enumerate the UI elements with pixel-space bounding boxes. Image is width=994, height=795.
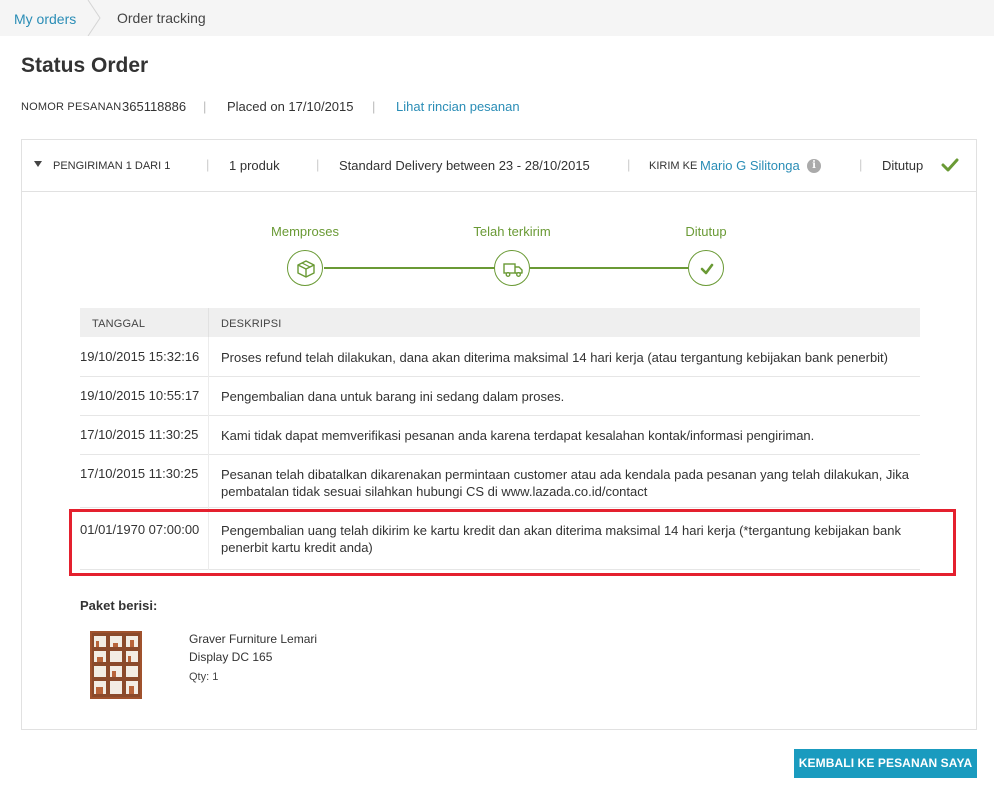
divider: |	[316, 157, 320, 172]
breadcrumb-chevron-icon	[87, 0, 101, 36]
table-header: TANGGAL DESKRIPSI	[80, 308, 920, 337]
row-date: 17/10/2015 11:30:25	[80, 466, 199, 481]
table-row: 17/10/2015 11:30:25 Kami tidak dapat mem…	[80, 416, 920, 455]
box-icon	[297, 260, 315, 278]
column-header-description: DESKRIPSI	[221, 318, 282, 330]
step-label-closed: Ditutup	[685, 224, 727, 239]
back-to-orders-button[interactable]: KEMBALI KE PESANAN SAYA	[794, 749, 977, 778]
progress-tracker: Memproses Telah terkirim Ditutup	[22, 192, 976, 302]
highlight-box	[69, 509, 956, 576]
divider	[208, 416, 209, 455]
shipment-header[interactable]: PENGIRIMAN 1 DARI 1 | 1 produk | Standar…	[22, 140, 976, 192]
progress-line	[530, 267, 688, 269]
order-placed-date: Placed on 17/10/2015	[227, 99, 354, 114]
row-description: Kami tidak dapat memverifikasi pesanan a…	[221, 428, 815, 443]
shipment-card: PENGIRIMAN 1 DARI 1 | 1 produk | Standar…	[21, 139, 977, 730]
row-description: Proses refund telah dilakukan, dana akan…	[221, 350, 888, 365]
step-closed	[688, 250, 724, 286]
product-qty: Qty: 1	[189, 671, 219, 683]
divider: |	[372, 99, 376, 114]
shipment-products: 1 produk	[229, 158, 280, 173]
shipment-status: Ditutup	[882, 158, 924, 173]
shipment-delivery: Standard Delivery between 23 - 28/10/201…	[339, 158, 590, 173]
row-date: 19/10/2015 10:55:17	[80, 388, 200, 403]
row-description: Pesanan telah dibatalkan dikarenakan per…	[221, 467, 910, 499]
order-number: 365118886	[122, 99, 187, 114]
divider	[208, 377, 209, 416]
table-row: 17/10/2015 11:30:25 Pesanan telah dibata…	[80, 455, 920, 508]
divider: |	[203, 99, 207, 114]
caret-down-icon[interactable]	[34, 161, 42, 167]
column-header-date: TANGGAL	[92, 318, 146, 330]
check-icon	[941, 158, 959, 172]
table-row: 19/10/2015 10:55:17 Pengembalian dana un…	[80, 377, 920, 416]
shipment-label: PENGIRIMAN 1 DARI 1	[53, 160, 171, 172]
ship-to-label: KIRIM KE	[649, 160, 698, 172]
truck-icon	[503, 263, 523, 277]
step-label-processing: Memproses	[271, 224, 339, 239]
check-icon	[700, 263, 714, 275]
info-icon[interactable]: i	[807, 159, 821, 173]
breadcrumb-my-orders-link[interactable]: My orders	[14, 11, 76, 27]
divider	[208, 337, 209, 377]
progress-line	[324, 267, 500, 269]
breadcrumb-current: Order tracking	[117, 10, 206, 26]
divider	[208, 455, 209, 508]
product-image[interactable]	[88, 629, 144, 701]
divider: |	[627, 157, 631, 172]
package-title: Paket berisi:	[80, 598, 158, 613]
row-description: Pengembalian dana untuk barang ini sedan…	[221, 389, 565, 404]
breadcrumb: My orders Order tracking	[0, 0, 994, 36]
divider: |	[859, 157, 863, 172]
order-number-label: NOMOR PESANAN	[21, 101, 122, 113]
recipient-link[interactable]: Mario G Silitonga	[700, 158, 800, 173]
row-date: 17/10/2015 11:30:25	[80, 427, 199, 442]
table-row: 19/10/2015 15:32:16 Proses refund telah …	[80, 337, 920, 377]
divider	[208, 308, 209, 337]
row-date: 19/10/2015 15:32:16	[80, 349, 200, 364]
divider: |	[206, 157, 210, 172]
step-shipped	[494, 250, 530, 286]
step-processing	[287, 250, 323, 286]
order-details-link[interactable]: Lihat rincian pesanan	[396, 99, 520, 114]
page-title: Status Order	[21, 54, 149, 77]
step-label-shipped: Telah terkirim	[473, 224, 551, 239]
product-name[interactable]: Graver Furniture Lemari Display DC 165	[189, 630, 349, 666]
